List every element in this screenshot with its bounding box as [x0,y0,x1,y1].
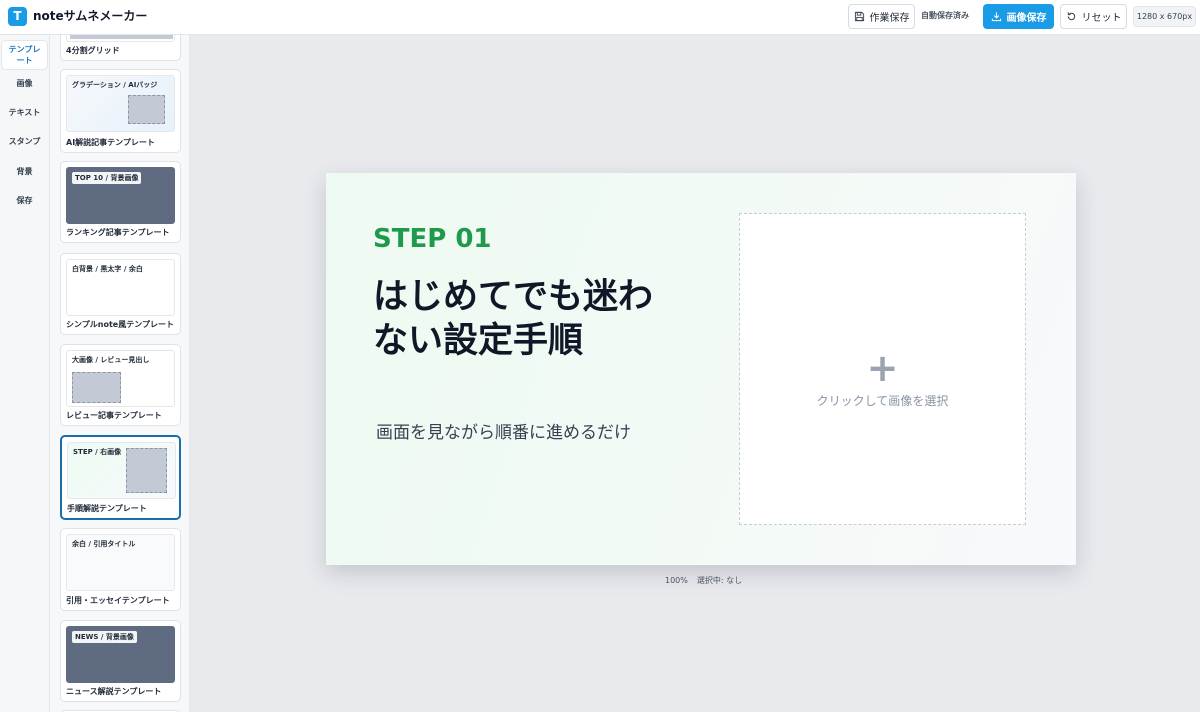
template-label: AI解説記事テンプレート [66,138,155,147]
template-thumbnail [66,35,175,42]
nav-item-background[interactable]: 背景 [2,166,47,177]
template-thumbnail: 大画像 / レビュー見出し [66,350,175,407]
image-placeholder [70,35,173,39]
reset-button[interactable]: リセット [1060,4,1127,29]
step-label[interactable]: STEP 01 [373,223,492,255]
template-label: 手順解説テンプレート [67,504,147,513]
selection-status: 選択中: なし [696,576,743,585]
thumbnail-tag: 余白 / 引用タイトル [72,540,136,548]
thumbnail-tag: STEP / 右画像 [73,448,122,456]
nav-item-text[interactable]: テキスト [2,107,47,118]
template-card-review[interactable]: 大画像 / レビュー見出し レビュー記事テンプレート [60,344,181,426]
autosave-status: 自動保存済み [921,11,969,20]
floppy-disk-icon [854,11,864,22]
template-label: シンプルnote風テンプレート [66,320,174,329]
template-label: ニュース解説テンプレート [66,687,162,696]
thumbnail-tag: TOP 10 / 背景画像 [72,172,142,184]
thumbnail-tag: 大画像 / レビュー見出し [72,356,150,364]
template-label: 4分割グリッド [66,46,120,55]
template-thumbnail: 余白 / 引用タイトル [66,534,175,591]
template-label: ランキング記事テンプレート [66,228,170,237]
nav-item-image[interactable]: 画像 [2,78,47,89]
download-icon [991,12,1001,22]
status-bar: 100% 選択中: なし [665,575,742,586]
nav-item-save[interactable]: 保存 [2,195,47,206]
thumbnail-tag: グラデーション / AIバッジ [72,81,158,89]
subline-text[interactable]: 画面を見ながら順番に進めるだけ [376,421,646,445]
image-placeholder [128,95,165,124]
template-thumbnail: TOP 10 / 背景画像 [66,167,175,224]
headline-text[interactable]: はじめてでも迷わない設定手順 [373,275,663,363]
template-thumbnail: グラデーション / AIバッジ [66,75,175,132]
save-work-label: 作業保存 [869,13,910,24]
template-card-steps[interactable]: STEP / 右画像 手順解説テンプレート [60,435,181,520]
image-placeholder [72,372,121,403]
template-label: レビュー記事テンプレート [66,411,162,420]
template-card-ranking[interactable]: TOP 10 / 背景画像 ランキング記事テンプレート [60,161,181,243]
template-card-news[interactable]: NEWS / 背景画像 ニュース解説テンプレート [60,620,181,702]
thumbnail-tag: NEWS / 背景画像 [72,631,137,643]
app-title: noteサムネメーカー [33,9,148,23]
template-thumbnail: NEWS / 背景画像 [66,626,175,683]
tool-nav: テンプレート 画像 テキスト スタンプ 背景 保存 [0,35,50,712]
plus-icon: + [866,346,899,390]
reset-label: リセット [1081,13,1122,24]
thumbnail-canvas[interactable]: STEP 01 はじめてでも迷わない設定手順 画面を見ながら順番に進めるだけ +… [326,173,1076,565]
template-card-grid[interactable]: 4分割グリッド [60,35,181,61]
zoom-level: 100% [665,576,688,585]
template-label: 引用・エッセイテンプレート [66,596,170,605]
app-header: T noteサムネメーカー 作業保存 自動保存済み 画像保存 リセット 1280… [0,0,1200,35]
template-card-ai[interactable]: グラデーション / AIバッジ AI解説記事テンプレート [60,69,181,153]
app-logo-icon: T [8,7,27,26]
save-image-button[interactable]: 画像保存 [983,4,1054,29]
image-placeholder [126,448,167,493]
template-panel: 4分割グリッド グラデーション / AIバッジ AI解説記事テンプレート TOP… [50,35,190,712]
save-work-button[interactable]: 作業保存 [848,4,915,29]
template-thumbnail: 白背景 / 黒太字 / 余白 [66,259,175,316]
nav-item-template[interactable]: テンプレート [2,41,47,69]
image-drop-slot[interactable]: + クリックして画像を選択 [739,213,1026,525]
template-card-simple[interactable]: 白背景 / 黒太字 / 余白 シンプルnote風テンプレート [60,253,181,335]
canvas-size-badge: 1280 x 670px [1133,6,1196,27]
thumbnail-tag: 白背景 / 黒太字 / 余白 [72,265,143,273]
template-thumbnail: STEP / 右画像 [67,442,176,499]
save-image-label: 画像保存 [1006,13,1047,24]
image-slot-label: クリックして画像を選択 [816,394,949,408]
nav-item-stamp[interactable]: スタンプ [2,136,47,147]
reset-icon [1067,12,1075,21]
template-card-essay[interactable]: 余白 / 引用タイトル 引用・エッセイテンプレート [60,528,181,611]
